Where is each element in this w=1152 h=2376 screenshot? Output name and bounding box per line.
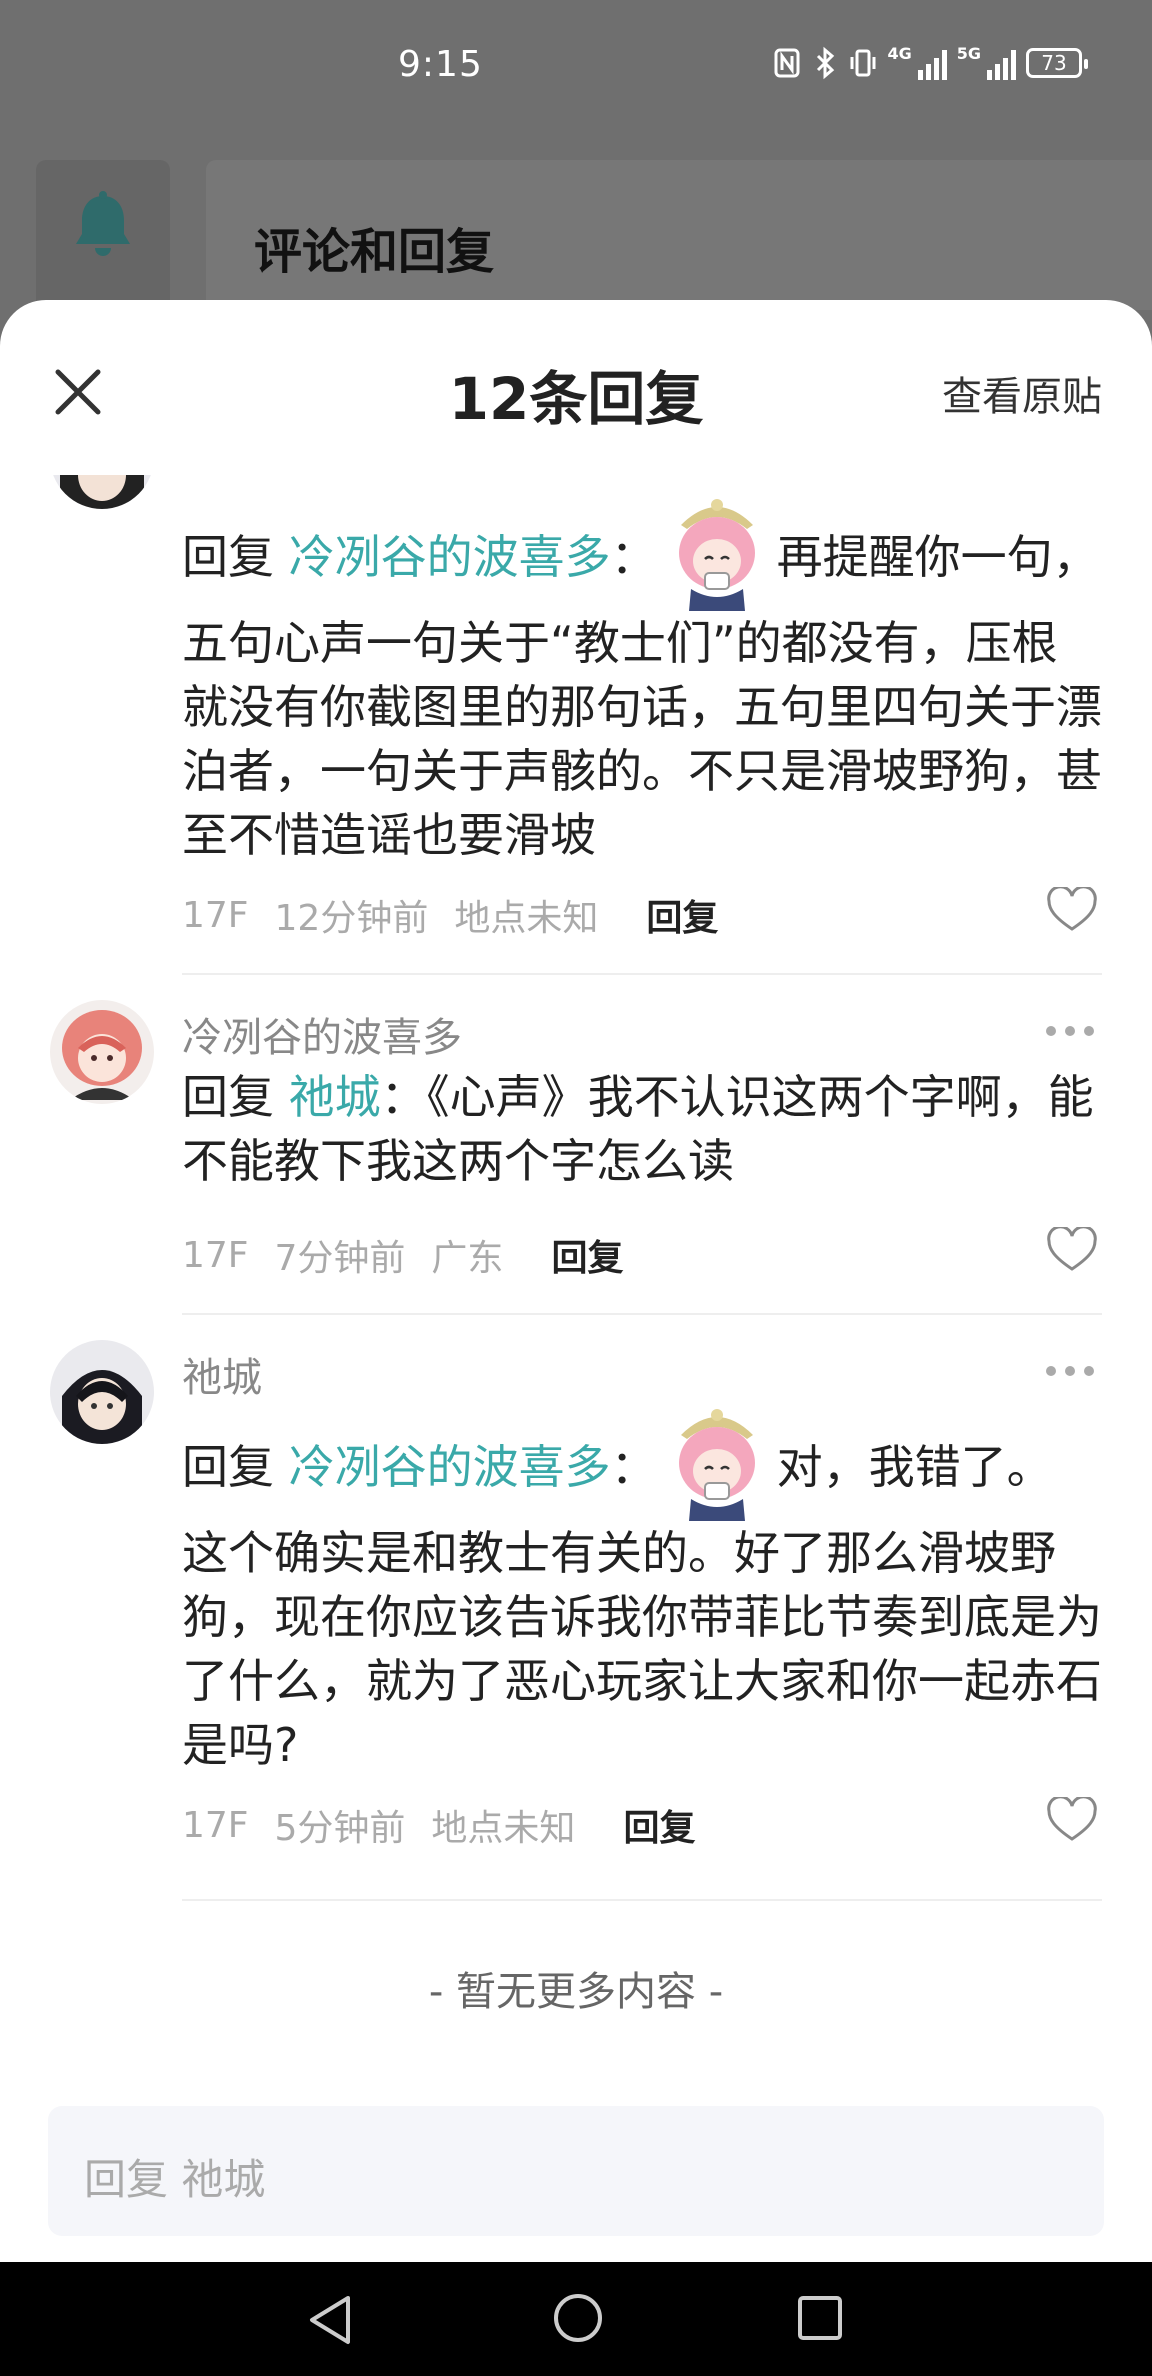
location-label: 广东 [431,1238,504,1279]
username[interactable]: 冷冽谷的波喜多 [182,1005,462,1063]
more-options-icon[interactable] [1046,1361,1094,1381]
status-bar: 9:15 4G 5G 73 [0,0,1152,130]
reply-button[interactable]: 回复 [623,1799,695,1851]
system-nav-bar [0,2262,1152,2376]
divider [182,973,1102,975]
comment-meta: 17F 5分钟前 地点未知 回复 [182,1799,695,1851]
like-icon[interactable] [1046,1797,1098,1843]
background-title: 评论和回复 [254,224,495,280]
avatar-image [50,1340,154,1444]
divider [182,1899,1102,1901]
location-label: 地点未知 [431,1808,576,1849]
reply-input-placeholder: 回复 祂城 [84,2155,266,2204]
bell-icon [76,191,130,256]
location-label: 地点未知 [454,898,599,939]
bluetooth-icon [817,46,835,80]
view-original-button[interactable]: 查看原贴 [942,364,1102,422]
status-time: 9:15 [398,44,483,85]
back-icon[interactable] [304,2292,356,2348]
avatar[interactable] [50,1000,154,1104]
divider [182,1313,1102,1315]
reply-prefix: 回复 [182,530,274,584]
home-icon[interactable] [552,2292,604,2344]
like-icon[interactable] [1046,887,1098,933]
comment-text-inline: 再提醒你一句， [776,530,1099,584]
reply-input[interactable]: 回复 祂城 [48,2106,1104,2236]
reply-colon: ： [610,530,657,584]
reply-list[interactable]: 回复 冷冽谷的波喜多： 再提醒你一句， 五句心声一句关于“教士们”的都没有，压根… [0,475,1152,2075]
more-options-icon[interactable] [1046,1021,1094,1041]
comment-body: 回复 冷冽谷的波喜多： 再提醒你一句， 五句心声一句关于“教士们”的都没有，压根… [182,495,1102,867]
timestamp: 7分钟前 [274,1238,406,1279]
reply-colon: ： [380,1070,427,1124]
like-icon[interactable] [1046,1227,1098,1273]
mention-link[interactable]: 祂城 [289,1070,381,1124]
reply-prefix: 回复 [182,1070,274,1124]
avatar[interactable] [50,1340,154,1444]
comment-text-inline: 对，我错了。 [776,1440,1053,1494]
reply-colon: ： [610,1440,657,1494]
comment-meta: 17F 7分钟前 广东 回复 [182,1229,623,1281]
floor-label: 17F [182,1804,249,1846]
signal-icon [917,46,947,80]
replies-sheet: 12条回复 查看原贴 回复 冷冽谷的波喜多： 再提醒你一句， 五句心声一句关于“… [0,300,1152,2262]
reply-button[interactable]: 回复 [551,1229,623,1281]
vibrate-icon [850,49,876,77]
mention-link[interactable]: 冷冽谷的波喜多 [289,530,611,584]
nfc-icon [774,48,800,78]
comment-body: 回复 冷冽谷的波喜多： 对，我错了。 这个确实是和教士有关的。好了那么滑坡野狗，… [182,1405,1102,1777]
network-type-label: 4G [887,44,912,63]
timestamp: 5分钟前 [274,1808,406,1849]
floor-label: 17F [182,894,249,936]
recent-apps-icon[interactable] [796,2294,844,2342]
avatar-image [50,1000,154,1104]
avatar-image [50,475,154,509]
battery-indicator: 73 [1026,48,1088,78]
sticker-image [678,499,755,611]
comment-meta: 17F 12分钟前 地点未知 回复 [182,889,718,941]
timestamp: 12分钟前 [274,898,429,939]
sticker-image [678,1409,755,1521]
no-more-content: - 暂无更多内容 - [428,1969,724,2015]
username[interactable]: 祂城 [182,1345,262,1403]
reply-button[interactable]: 回复 [646,889,718,941]
avatar[interactable] [50,475,154,509]
status-icons: 4G 5G 73 [773,44,1088,80]
mention-link[interactable]: 冷冽谷的波喜多 [289,1440,611,1494]
comment-text: 这个确实是和教士有关的。好了那么滑坡野狗，现在你应该告诉我你带菲比节奏到底是为了… [182,1526,1102,1772]
comment-body: 回复 祂城：《心声》我不认识这两个字啊，能不能教下我这两个字怎么读 [182,1065,1102,1193]
signal-icon-2 [987,46,1016,80]
floor-label: 17F [182,1234,249,1276]
reply-prefix: 回复 [182,1440,274,1494]
network-type-label-2: 5G [956,44,981,63]
comment-text: 五句心声一句关于“教士们”的都没有，压根就没有你截图里的那句话，五句里四句关于漂… [182,616,1102,862]
